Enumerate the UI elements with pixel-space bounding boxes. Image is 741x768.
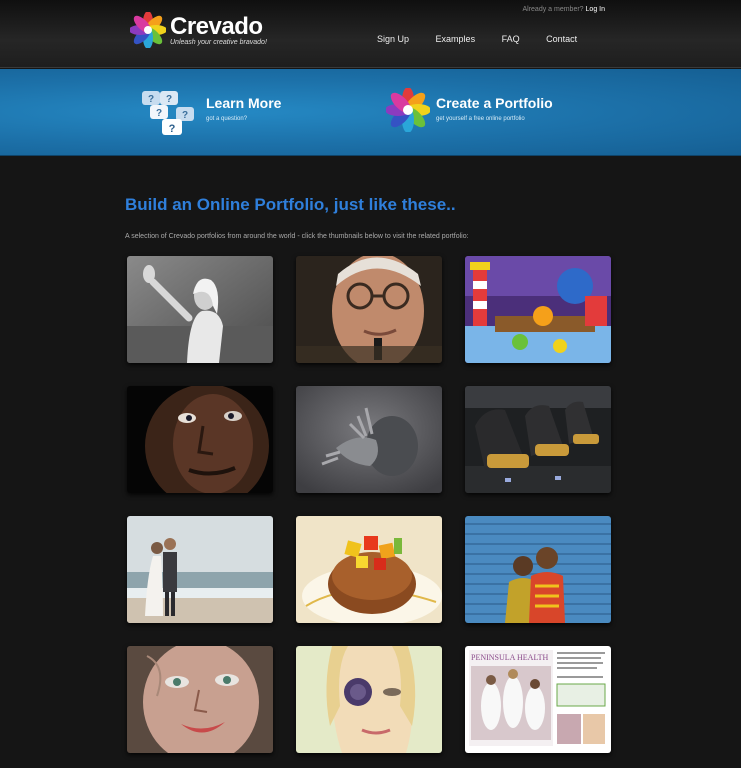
svg-text:?: ? (182, 110, 188, 121)
svg-text:?: ? (156, 108, 162, 119)
thumb-older-man-glasses[interactable] (296, 256, 442, 363)
thumb-image (465, 516, 611, 623)
crevado-flower-icon (386, 88, 430, 132)
learn-more-link[interactable]: ? ? ? ? ? Learn More got a question? (140, 87, 360, 137)
create-portfolio-subtitle: get yourself a free online portfolio (436, 116, 525, 122)
question-bubbles-icon: ? ? ? ? ? (142, 91, 194, 135)
svg-text:?: ? (148, 94, 154, 105)
nav-faq[interactable]: FAQ (502, 34, 520, 44)
thumb-image (296, 646, 442, 753)
member-login: Already a member? Log In (522, 6, 605, 13)
thumb-futuristic-seats[interactable] (465, 386, 611, 493)
thumb-dessert-plate[interactable] (296, 516, 442, 623)
thumb-image: PENINSULA HEALTH (465, 646, 611, 753)
thumb-image (465, 386, 611, 493)
site-logo[interactable]: Crevado Unleash your creative bravado! (130, 12, 267, 48)
page-headline: Build an Online Portfolio, just like the… (125, 195, 456, 214)
thumb-image (296, 386, 442, 493)
member-text: Already a member? (522, 6, 584, 13)
login-link[interactable]: Log In (586, 6, 605, 13)
svg-text:?: ? (166, 94, 172, 105)
learn-more-subtitle: got a question? (206, 116, 248, 122)
svg-text:?: ? (169, 123, 176, 135)
create-portfolio-link[interactable]: Create a Portfolio get yourself a free o… (386, 87, 626, 137)
intro-text: A selection of Crevado portfolios from a… (125, 233, 469, 240)
thumb-cartoon-lighthouse[interactable] (465, 256, 611, 363)
magazine-title: PENINSULA HEALTH (471, 653, 548, 662)
thumb-wedding-beach[interactable] (127, 516, 273, 623)
thumb-man-face-closeup[interactable] (127, 386, 273, 493)
thumb-image (127, 256, 273, 363)
brand-tagline: Unleash your creative bravado! (170, 39, 267, 46)
crevado-flower-icon (130, 12, 166, 48)
thumb-sculpture-grey[interactable] (296, 386, 442, 493)
thumb-woman-waving[interactable] (127, 256, 273, 363)
thumb-image (465, 256, 611, 363)
feature-banner: ? ? ? ? ? Learn More got a question? Cre… (0, 69, 741, 156)
main-nav: Sign Up Examples FAQ Contact (377, 34, 601, 44)
brand-name: Crevado (170, 13, 263, 40)
learn-more-title: Learn More (206, 95, 282, 111)
nav-sign-up[interactable]: Sign Up (377, 34, 409, 44)
thumb-image (296, 256, 442, 363)
thumb-image (296, 516, 442, 623)
thumb-image (127, 386, 273, 493)
site-header: Crevado Unleash your creative bravado! A… (0, 0, 741, 68)
thumb-woman-flower-eye[interactable] (296, 646, 442, 753)
nav-examples[interactable]: Examples (436, 34, 476, 44)
create-portfolio-title: Create a Portfolio (436, 95, 553, 111)
thumb-image (127, 516, 273, 623)
thumb-boys-blue-wall[interactable] (465, 516, 611, 623)
thumb-painted-face[interactable] (127, 646, 273, 753)
thumb-magazine-page[interactable]: PENINSULA HEALTH (465, 646, 611, 753)
thumb-image (127, 646, 273, 753)
nav-contact[interactable]: Contact (546, 34, 577, 44)
